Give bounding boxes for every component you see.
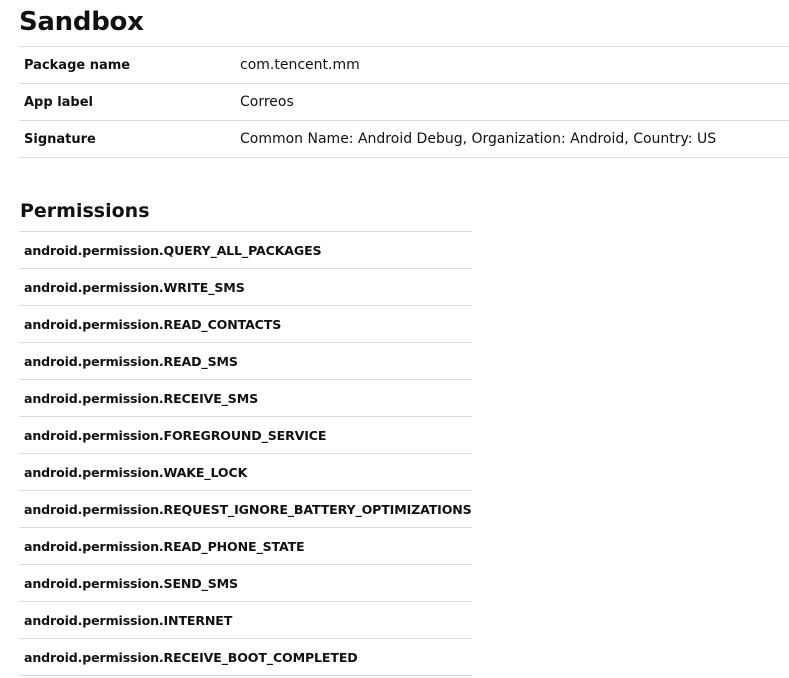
permissions-heading: Permissions — [20, 200, 150, 222]
info-row-signature: Signature Common Name: Android Debug, Or… — [19, 120, 789, 158]
permission-name: android.permission.READ_SMS — [19, 342, 472, 380]
page-title: Sandbox — [19, 7, 144, 37]
app-label-value: Correos — [240, 83, 789, 121]
permission-name: android.permission.RECEIVE_BOOT_COMPLETE… — [19, 638, 472, 676]
package-name-value: com.tencent.mm — [240, 46, 789, 84]
permissions-table: android.permission.QUERY_ALL_PACKAGES an… — [19, 231, 472, 676]
permission-row: android.permission.READ_CONTACTS — [19, 305, 472, 343]
app-label-label: App label — [19, 83, 240, 121]
permission-name: android.permission.REQUEST_IGNORE_BATTER… — [19, 490, 472, 528]
info-row-package-name: Package name com.tencent.mm — [19, 46, 789, 84]
permission-row: android.permission.READ_PHONE_STATE — [19, 527, 472, 565]
permission-name: android.permission.QUERY_ALL_PACKAGES — [19, 231, 472, 269]
permission-name: android.permission.READ_PHONE_STATE — [19, 527, 472, 565]
permission-name: android.permission.SEND_SMS — [19, 564, 472, 602]
permission-row: android.permission.REQUEST_IGNORE_BATTER… — [19, 490, 472, 528]
permission-row: android.permission.INTERNET — [19, 601, 472, 639]
permission-name: android.permission.WRITE_SMS — [19, 268, 472, 306]
permission-row: android.permission.RECEIVE_BOOT_COMPLETE… — [19, 638, 472, 676]
permission-row: android.permission.FOREGROUND_SERVICE — [19, 416, 472, 454]
permission-row: android.permission.READ_SMS — [19, 342, 472, 380]
app-info-table: Package name com.tencent.mm App label Co… — [19, 46, 789, 158]
signature-label: Signature — [19, 120, 240, 158]
info-row-app-label: App label Correos — [19, 83, 789, 121]
permission-name: android.permission.FOREGROUND_SERVICE — [19, 416, 472, 454]
signature-value: Common Name: Android Debug, Organization… — [240, 120, 789, 158]
permission-name: android.permission.RECEIVE_SMS — [19, 379, 472, 417]
permission-name: android.permission.READ_CONTACTS — [19, 305, 472, 343]
permission-name: android.permission.WAKE_LOCK — [19, 453, 472, 491]
permission-row: android.permission.WAKE_LOCK — [19, 453, 472, 491]
permission-row: android.permission.WRITE_SMS — [19, 268, 472, 306]
permission-row: android.permission.QUERY_ALL_PACKAGES — [19, 231, 472, 269]
permission-row: android.permission.SEND_SMS — [19, 564, 472, 602]
package-name-label: Package name — [19, 46, 240, 84]
permission-row: android.permission.RECEIVE_SMS — [19, 379, 472, 417]
permission-name: android.permission.INTERNET — [19, 601, 472, 639]
